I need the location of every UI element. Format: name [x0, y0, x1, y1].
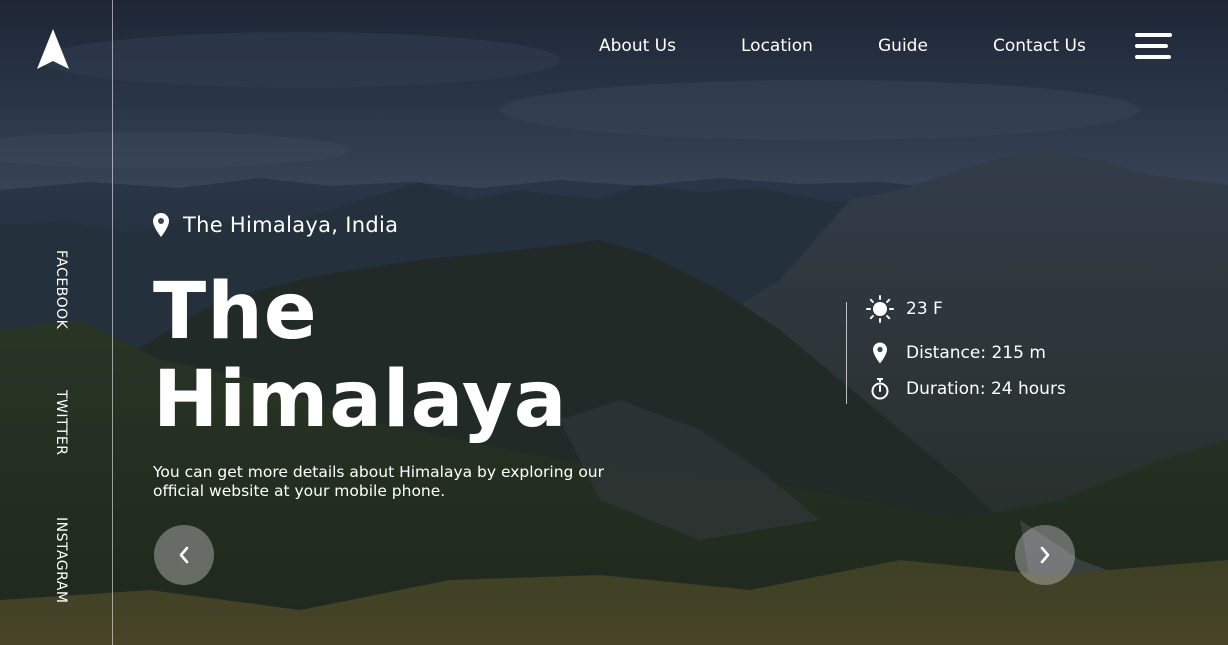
navigation-arrow-icon[interactable]: [36, 28, 70, 70]
hero-description: You can get more details about Himalaya …: [153, 463, 604, 500]
nav-link-contact-us[interactable]: Contact Us: [993, 36, 1086, 60]
chevron-left-icon: [179, 546, 189, 564]
social-link-twitter[interactable]: TWITTER: [53, 390, 69, 455]
stat-distance-value: Distance: 215 m: [906, 343, 1046, 363]
stat-temperature-value: 23 F: [906, 299, 943, 319]
map-pin-icon: [866, 339, 894, 367]
sidebar-divider: [112, 0, 113, 645]
map-pin-icon: [153, 213, 169, 237]
hero-title-line-2: Himalaya: [153, 355, 568, 445]
social-link-instagram[interactable]: INSTAGRAM: [53, 517, 69, 603]
location-text: The Himalaya, India: [183, 213, 399, 237]
stat-distance: Distance: 215 m: [866, 339, 1046, 367]
stat-duration: Duration: 24 hours: [866, 375, 1066, 403]
nav-link-guide[interactable]: Guide: [878, 36, 928, 60]
previous-slide-button[interactable]: [154, 525, 214, 585]
sun-icon: [866, 295, 894, 323]
social-link-facebook[interactable]: FACEBOOK: [53, 250, 69, 329]
nav-link-about-us[interactable]: About Us: [599, 36, 676, 60]
next-slide-button[interactable]: [1015, 525, 1075, 585]
stopwatch-icon: [866, 375, 894, 403]
stat-temperature: 23 F: [866, 295, 943, 323]
location-label: The Himalaya, India: [153, 212, 398, 238]
hero-title: The Himalaya: [153, 268, 673, 444]
hamburger-menu-icon[interactable]: [1134, 30, 1172, 64]
hero-title-line-1: The: [153, 267, 318, 357]
nav-link-location[interactable]: Location: [741, 36, 813, 60]
chevron-right-icon: [1040, 546, 1050, 564]
stat-duration-value: Duration: 24 hours: [906, 379, 1066, 399]
stats-divider: [846, 302, 847, 404]
hero-page: FACEBOOK TWITTER INSTAGRAM About Us Loca…: [0, 0, 1228, 645]
